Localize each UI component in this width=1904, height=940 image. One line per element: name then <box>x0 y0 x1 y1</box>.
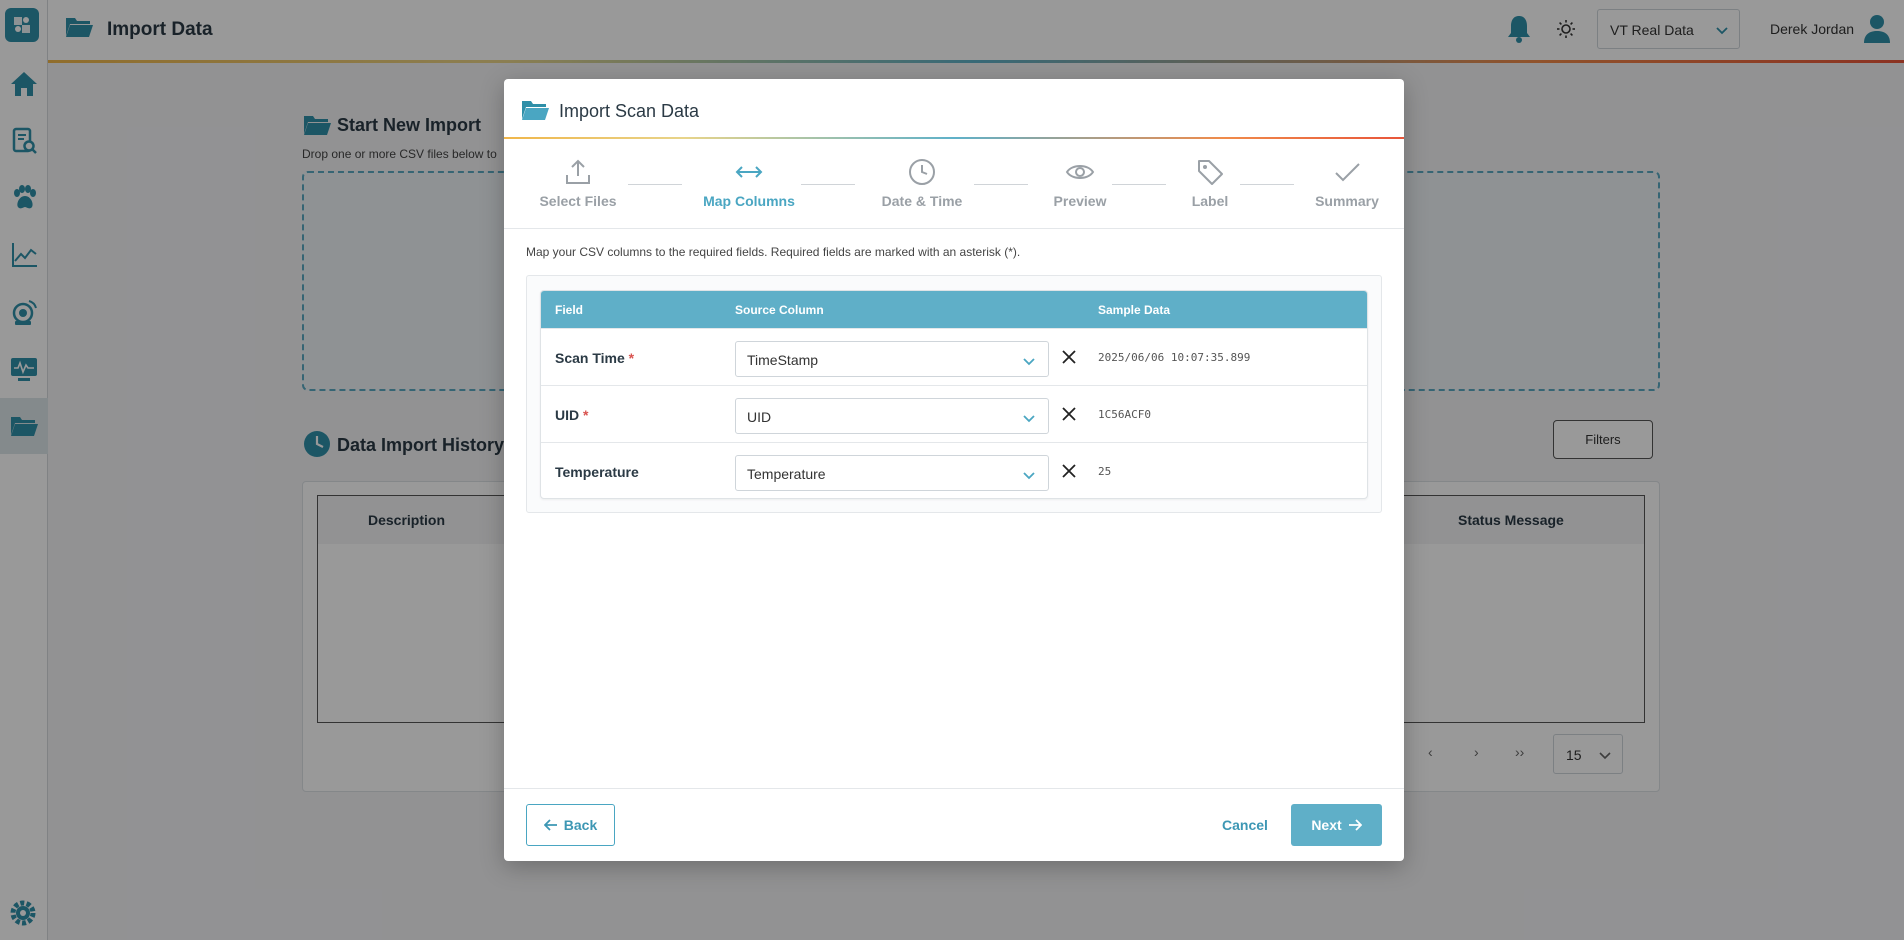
folder-open-icon <box>520 98 550 127</box>
step-select-files[interactable]: Select Files <box>534 157 622 209</box>
back-button-label: Back <box>563 817 598 833</box>
step-date-time[interactable]: Date & Time <box>872 157 972 209</box>
arrows-horizontal-icon <box>735 166 763 178</box>
import-scan-data-modal: Import Scan Data Select Files Map Column… <box>504 79 1404 861</box>
close-icon <box>1062 350 1076 364</box>
sample-data-value: 25 <box>1098 465 1112 478</box>
field-label: UID * <box>555 407 589 423</box>
step-label: Select Files <box>539 193 617 209</box>
step-label: Date & Time <box>881 193 963 209</box>
close-icon <box>1062 464 1076 478</box>
step-label: Summary <box>1315 193 1379 209</box>
source-column-value: UID <box>747 409 772 425</box>
next-button-label: Next <box>1311 817 1342 833</box>
step-connector <box>628 184 682 185</box>
step-map-columns[interactable]: Map Columns <box>694 157 804 209</box>
arrow-right-icon <box>1348 819 1362 831</box>
source-column-value: Temperature <box>747 466 826 482</box>
modal-footer-divider <box>504 788 1404 789</box>
close-icon <box>1062 407 1076 421</box>
sample-data-value: 1C56ACF0 <box>1098 408 1151 421</box>
field-label: Temperature <box>555 464 639 480</box>
chevron-down-icon <box>1022 468 1036 487</box>
next-button[interactable]: Next <box>1291 804 1382 846</box>
required-marker: * <box>628 350 635 366</box>
clear-mapping-button[interactable] <box>1059 461 1079 481</box>
clock-icon <box>909 159 935 185</box>
source-column-value: TimeStamp <box>747 352 819 368</box>
modal-title: Import Scan Data <box>559 101 700 121</box>
source-column-select[interactable]: TimeStamp <box>735 341 1049 377</box>
step-connector <box>1240 184 1294 185</box>
step-label: Preview <box>1053 193 1107 209</box>
arrow-left-icon <box>543 819 557 831</box>
cancel-button[interactable]: Cancel <box>1210 804 1280 846</box>
header-field: Field <box>555 303 584 317</box>
clear-mapping-button[interactable] <box>1059 404 1079 424</box>
field-label: Scan Time * <box>555 350 635 366</box>
mapping-table-header: Field Source Column Sample Data <box>541 291 1367 328</box>
mapping-instructions: Map your CSV columns to the required fie… <box>526 245 1021 259</box>
chevron-down-icon <box>1022 354 1036 373</box>
step-label: Label <box>1191 193 1229 209</box>
column-mapping-table: Field Source Column Sample Data Scan Tim… <box>540 290 1368 499</box>
step-connector <box>974 184 1028 185</box>
chevron-down-icon <box>1022 411 1036 430</box>
header-source-column: Source Column <box>735 303 824 317</box>
step-label: Map Columns <box>703 193 795 209</box>
check-icon <box>1335 163 1360 182</box>
table-row: Scan Time * TimeStamp 2025/06/06 10:07:3… <box>541 328 1367 385</box>
table-row: Temperature Temperature 25 <box>541 442 1367 498</box>
step-summary[interactable]: Summary <box>1304 157 1390 209</box>
header-sample-data: Sample Data <box>1098 303 1171 317</box>
source-column-select[interactable]: UID <box>735 398 1049 434</box>
table-row: UID * UID 1C56ACF0 <box>541 385 1367 442</box>
eye-icon <box>1065 165 1095 179</box>
source-column-select[interactable]: Temperature <box>735 455 1049 491</box>
clear-mapping-button[interactable] <box>1059 347 1079 367</box>
step-preview[interactable]: Preview <box>1040 157 1120 209</box>
upload-icon <box>566 159 590 184</box>
step-connector <box>801 184 855 185</box>
step-connector <box>1112 184 1166 185</box>
required-marker: * <box>583 407 589 423</box>
step-label-step[interactable]: Label <box>1175 157 1245 209</box>
sample-data-value: 2025/06/06 10:07:35.899 <box>1098 351 1251 364</box>
back-button[interactable]: Back <box>526 804 615 846</box>
tag-icon <box>1198 160 1223 185</box>
